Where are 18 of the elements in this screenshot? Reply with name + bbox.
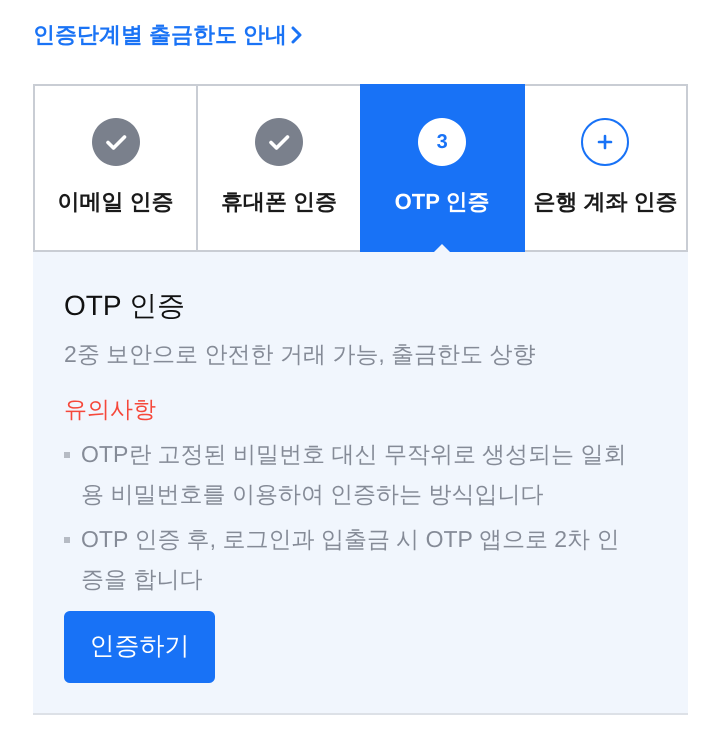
bullet-icon: [64, 452, 70, 458]
check-circle-icon: [254, 118, 303, 166]
verify-button[interactable]: 인증하기: [64, 611, 215, 683]
plus-circle-icon: [581, 118, 630, 166]
notice-text: OTP란 고정된 비밀번호 대신 무작위로 생성되는 일회용 비밀번호를 이용하여 인증하는 방식입니다: [81, 440, 628, 509]
detail-subtitle: 2중 보안으로 안전한 거래 가능, 출금한도 상향: [64, 340, 537, 369]
step-tab[interactable]: 휴대폰 인증: [196, 84, 362, 252]
guide-link[interactable]: 인증단계별 출금한도 안내: [33, 22, 302, 48]
step-number: 3: [418, 118, 466, 166]
step-tab[interactable]: 은행 계좌 인증: [522, 84, 688, 252]
notice-text: OTP 인증 후, 로그인과 입출금 시 OTP 앱으로 2차 인증을 합니다: [81, 525, 620, 594]
bullet-icon: [64, 537, 70, 543]
check-circle-icon: [92, 118, 140, 166]
notice-title: 유의사항: [64, 395, 157, 424]
step-tab[interactable]: 이메일 인증: [33, 84, 198, 252]
step-tab[interactable]: 3 OTP 인증: [360, 84, 525, 252]
detail-title: OTP 인증: [64, 289, 186, 323]
chevron-right-icon: [291, 26, 302, 44]
